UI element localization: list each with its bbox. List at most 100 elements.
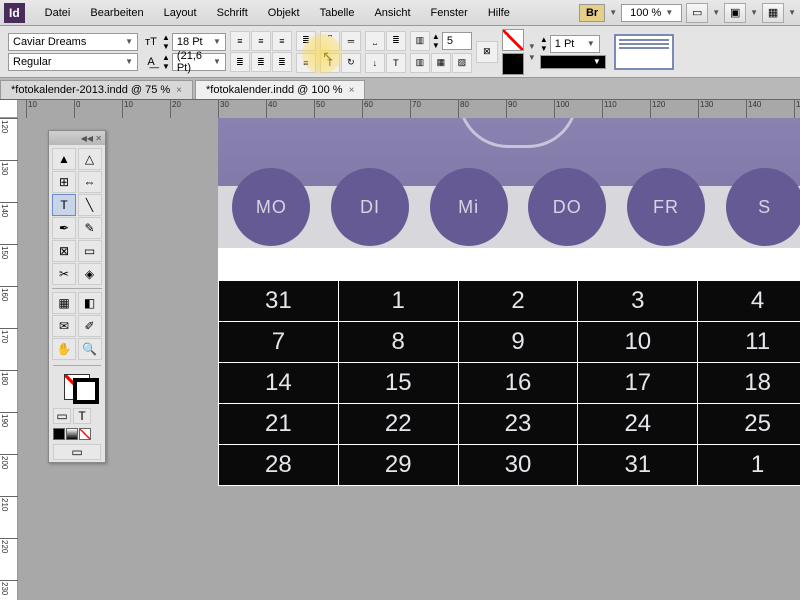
- close-icon[interactable]: ×: [176, 85, 182, 96]
- align-right-button[interactable]: ≡: [272, 31, 292, 51]
- calendar-cell: 3: [578, 281, 698, 322]
- calendar-cell: 24: [578, 404, 698, 445]
- rectangle-frame-tool[interactable]: ⊠: [52, 240, 76, 262]
- baseline-down-button[interactable]: ↓: [365, 53, 385, 73]
- ruler-tick: 180: [0, 370, 18, 385]
- justify-right-button[interactable]: ≣: [272, 52, 292, 72]
- formatting-container-button[interactable]: ▭: [53, 408, 71, 424]
- note-tool[interactable]: ✉: [52, 315, 76, 337]
- gradient-feather-tool[interactable]: ◧: [78, 292, 102, 314]
- stroke-color-swatch[interactable]: [73, 378, 99, 404]
- pen-tool[interactable]: ✒: [52, 217, 76, 239]
- bridge-button[interactable]: Br: [579, 4, 605, 22]
- line-tool[interactable]: ╲: [78, 194, 102, 216]
- ruler-tick: 30: [218, 100, 229, 118]
- gap-tool[interactable]: ⇔: [78, 171, 102, 193]
- swatch-dropdown-icon[interactable]: ▼: [528, 42, 536, 51]
- justify-center-button[interactable]: ≣: [251, 52, 271, 72]
- type-tool[interactable]: T: [52, 194, 76, 216]
- vertical-ruler[interactable]: 120130140150160170180190200210220230: [0, 118, 18, 600]
- columns-input[interactable]: 5: [442, 32, 472, 50]
- split-columns-button[interactable]: ▨: [452, 53, 472, 73]
- apply-color-button[interactable]: [53, 428, 65, 440]
- span-columns-button[interactable]: ▥: [410, 53, 430, 73]
- font-family-input[interactable]: Caviar Dreams▼: [8, 33, 138, 51]
- dropdown-icon[interactable]: ▼: [712, 8, 720, 17]
- apply-none-button[interactable]: [79, 428, 91, 440]
- menu-tabelle[interactable]: Tabelle: [310, 3, 365, 23]
- ruler-tick: 200: [0, 454, 18, 469]
- menu-bearbeiten[interactable]: Bearbeiten: [80, 3, 153, 23]
- fill-swatch[interactable]: [502, 29, 524, 51]
- font-size-input[interactable]: 18 Pt▼: [172, 33, 226, 51]
- free-transform-tool[interactable]: ◈: [78, 263, 102, 285]
- tab-fotokalender-2013[interactable]: *fotokalender-2013.indd @ 75 %×: [0, 80, 193, 99]
- menu-hilfe[interactable]: Hilfe: [478, 3, 520, 23]
- close-icon[interactable]: ×: [349, 85, 355, 96]
- stroke-swatch[interactable]: [502, 53, 524, 75]
- stroke-weight-input[interactable]: 1 Pt▼: [550, 35, 600, 53]
- dropdown-icon[interactable]: ▼: [788, 8, 796, 17]
- menu-schrift[interactable]: Schrift: [207, 3, 258, 23]
- ruler-origin[interactable]: [0, 100, 18, 118]
- eyedropper-tool[interactable]: ✐: [78, 315, 102, 337]
- align-center-button[interactable]: ≡: [251, 31, 271, 51]
- view-mode-icon[interactable]: ▭: [686, 3, 708, 23]
- calendar-cell: 10: [578, 322, 698, 363]
- arrange-icon[interactable]: ▦: [762, 3, 784, 23]
- ruler-tick: 20: [170, 100, 181, 118]
- hand-tool[interactable]: ✋: [52, 338, 76, 360]
- calendar-header: MODIMiDOFRS: [218, 118, 800, 248]
- rectangle-tool[interactable]: ▭: [78, 240, 102, 262]
- font-style-input[interactable]: Regular▼: [8, 53, 138, 71]
- page-preview[interactable]: [614, 34, 674, 70]
- menu-datei[interactable]: Datei: [35, 3, 81, 23]
- dropdown-arrow-icon[interactable]: ▼: [609, 8, 617, 17]
- leading-input[interactable]: (21,6 Pt)▼: [172, 53, 226, 71]
- zoom-tool[interactable]: 🔍: [78, 338, 102, 360]
- tab-fotokalender[interactable]: *fotokalender.indd @ 100 %×: [195, 80, 365, 99]
- align-spine-button[interactable]: ≡: [296, 53, 316, 73]
- menu-objekt[interactable]: Objekt: [258, 3, 310, 23]
- zoom-level[interactable]: 100 %▼: [621, 4, 682, 22]
- gradient-swatch-tool[interactable]: ▦: [52, 292, 76, 314]
- calendar-table: 3112347891011141516171821222324252829303…: [218, 280, 800, 486]
- align-left-button[interactable]: ≡: [230, 31, 250, 51]
- vert-align-center-button[interactable]: ═: [341, 31, 361, 51]
- vert-justify-button[interactable]: ≣: [386, 31, 406, 51]
- calendar-cell: 17: [578, 363, 698, 404]
- screen-mode-icon[interactable]: ▣: [724, 3, 746, 23]
- stepper-icon[interactable]: ▲▼: [432, 32, 440, 50]
- canvas[interactable]: ◀◀ ✕ ▲ △ ⊞ ⇔ T ╲ ✒ ✎ ⊠ ▭ ✂ ◈ ▦ ◧ ✉ ✐ ✋ �: [18, 118, 800, 600]
- panel-header[interactable]: ◀◀ ✕: [49, 131, 105, 145]
- text-vertical-button[interactable]: T: [386, 53, 406, 73]
- menu-fenster[interactable]: Fenster: [421, 3, 478, 23]
- text-rotate-button[interactable]: ↻: [341, 53, 361, 73]
- stepper-icon[interactable]: ▲▼: [540, 35, 548, 53]
- document-page: MODIMiDOFRS 3112347891011141516171821222…: [218, 118, 800, 486]
- view-mode-button[interactable]: ▭: [53, 444, 101, 460]
- vert-align-bottom-button[interactable]: ⎵: [365, 31, 385, 51]
- balance-columns-button[interactable]: ▦: [431, 53, 451, 73]
- swatch-dropdown-icon[interactable]: ▼: [528, 53, 536, 62]
- menu-ansicht[interactable]: Ansicht: [364, 3, 420, 23]
- direct-selection-tool[interactable]: △: [78, 148, 102, 170]
- justify-all-button[interactable]: ≣: [296, 31, 316, 51]
- dropdown-icon[interactable]: ▼: [750, 8, 758, 17]
- scissors-tool[interactable]: ✂: [52, 263, 76, 285]
- stroke-style-input[interactable]: ▼: [540, 55, 606, 69]
- stepper-icon[interactable]: ▲▼: [162, 53, 170, 71]
- page-tool[interactable]: ⊞: [52, 171, 76, 193]
- pencil-tool[interactable]: ✎: [78, 217, 102, 239]
- justify-left-button[interactable]: ≣: [230, 52, 250, 72]
- ruler-tick: 220: [0, 538, 18, 553]
- text-frame-options-button[interactable]: ⊠: [476, 41, 498, 63]
- selection-tool[interactable]: ▲: [52, 148, 76, 170]
- document-tabs: *fotokalender-2013.indd @ 75 %× *fotokal…: [0, 78, 800, 100]
- apply-gradient-button[interactable]: [66, 428, 78, 440]
- formatting-text-button[interactable]: T: [73, 408, 91, 424]
- calendar-cell: 30: [458, 445, 578, 486]
- stepper-icon[interactable]: ▲▼: [162, 33, 170, 51]
- calendar-cell: 1: [338, 281, 458, 322]
- menu-layout[interactable]: Layout: [154, 3, 207, 23]
